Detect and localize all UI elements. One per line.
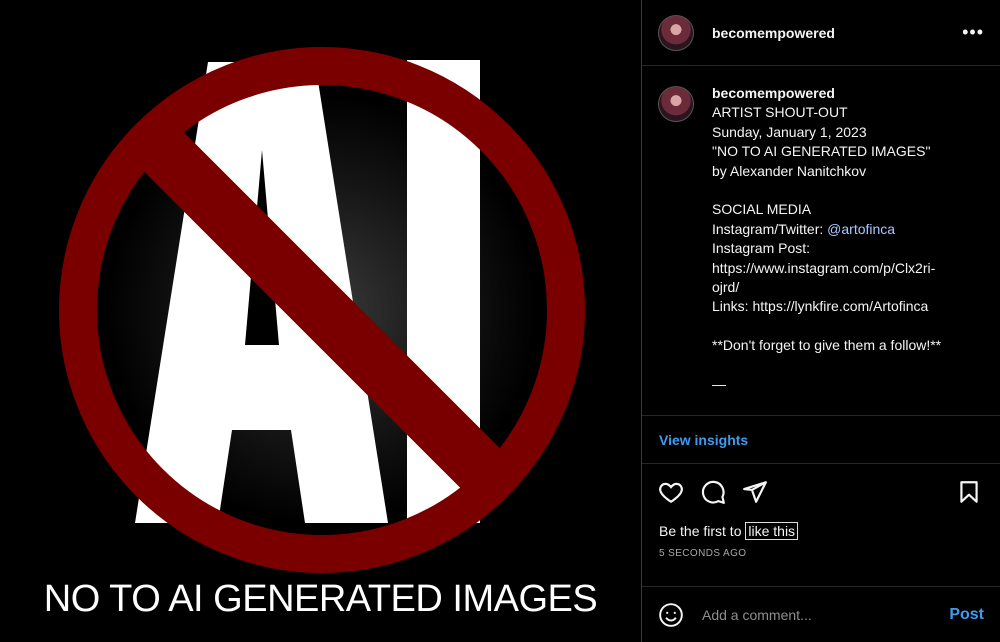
view-insights-link[interactable]: View insights bbox=[659, 432, 748, 448]
post-header: becomempowered ••• bbox=[642, 0, 1000, 66]
caption-line: Links: https://lynkfire.com/Artofinca bbox=[712, 298, 929, 315]
image-caption: NO TO AI GENERATED IMAGES bbox=[43, 578, 598, 620]
mention-link[interactable]: @artofinca bbox=[827, 221, 895, 237]
caption-line: by Alexander Nanitchkov bbox=[712, 162, 867, 179]
caption-line: https://www.instagram.com/p/Clx2ri- bbox=[712, 259, 936, 276]
comment-icon[interactable] bbox=[700, 479, 726, 505]
caption-line: ARTIST SHOUT-OUT bbox=[712, 104, 848, 121]
caption-line: SOCIAL MEDIA bbox=[712, 201, 812, 218]
caption-line: Instagram Post: bbox=[712, 240, 811, 257]
caption-line: **Don't forget to give them a follow!** bbox=[712, 337, 942, 354]
mention-prefix: Instagram/Twitter: bbox=[712, 220, 828, 237]
caption-line bbox=[712, 356, 941, 375]
action-bar bbox=[642, 464, 1000, 520]
share-icon[interactable] bbox=[742, 479, 768, 505]
caption-line: ojrd/ bbox=[712, 279, 740, 296]
likes-summary: Be the first to like this bbox=[642, 520, 1000, 542]
caption-line bbox=[712, 181, 941, 200]
instagram-post-view: NO TO AI GENERATED IMAGES becomempowered… bbox=[0, 0, 1000, 642]
post-sidebar: becomempowered ••• becomempowered ARTIST… bbox=[641, 0, 1000, 642]
caption-line: — bbox=[712, 376, 726, 393]
likes-prefix: Be the first to bbox=[659, 523, 746, 539]
like-this-link[interactable]: like this bbox=[745, 522, 799, 540]
caption-line: Sunday, January 1, 2023 bbox=[712, 123, 867, 140]
caption-line-mention: Instagram/Twitter: @artofinca bbox=[712, 220, 941, 239]
caption-username[interactable]: becomempowered bbox=[712, 84, 941, 103]
post-caption: becomempowered ARTIST SHOUT-OUT Sunday, … bbox=[712, 84, 941, 415]
post-body: becomempowered ARTIST SHOUT-OUT Sunday, … bbox=[642, 66, 1000, 416]
bookmark-icon[interactable] bbox=[956, 479, 982, 505]
comment-bar: Post bbox=[642, 586, 1000, 642]
avatar[interactable] bbox=[658, 14, 694, 51]
insights-row: View insights bbox=[642, 416, 1000, 464]
caption-line: "NO TO AI GENERATED IMAGES" bbox=[712, 143, 931, 160]
more-horizontal-icon[interactable]: ••• bbox=[962, 22, 984, 43]
heart-icon[interactable] bbox=[658, 479, 684, 505]
no-ai-artwork bbox=[59, 47, 585, 573]
post-timestamp: 5 SECONDS AGO bbox=[659, 548, 747, 559]
caption-line bbox=[712, 317, 941, 336]
comment-input[interactable] bbox=[700, 605, 950, 624]
emoji-icon[interactable] bbox=[658, 602, 684, 628]
caption-avatar[interactable] bbox=[658, 86, 694, 122]
header-username[interactable]: becomempowered bbox=[712, 25, 835, 41]
post-comment-button[interactable]: Post bbox=[949, 606, 984, 624]
post-image[interactable]: NO TO AI GENERATED IMAGES bbox=[0, 0, 641, 642]
